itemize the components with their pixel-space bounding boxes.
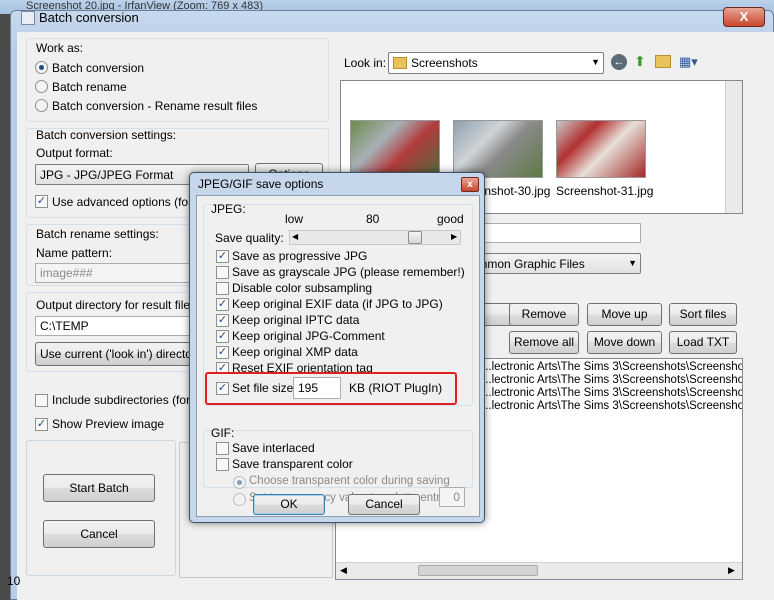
quality-good-label: good [437,212,464,226]
dialog-cancel-button[interactable]: Cancel [348,494,420,515]
thumbnail-screenshot-31[interactable] [556,120,646,178]
choose-transparent-label: Choose transparent color during saving [249,475,450,487]
file-size-unit: KB (RIOT PlugIn) [349,381,443,395]
disable-subsampling-checkbox[interactable] [216,282,229,295]
remove-all-button[interactable]: Remove all [509,331,579,354]
list-item[interactable]: ...lectronic Arts\The Sims 3\Screenshots… [482,400,742,412]
keep-xmp-checkbox[interactable]: ✓ [216,346,229,359]
cancel-button[interactable]: Cancel [43,520,155,548]
keep-iptc-label: Keep original IPTC data [232,313,360,327]
radio-batch-rename[interactable] [35,80,48,93]
view-menu-icon[interactable]: ▦▾ [679,54,698,70]
window-title: Batch conversion [39,10,139,25]
save-interlaced-label: Save interlaced [232,441,315,455]
scroll-right-icon[interactable]: ▶ [728,565,735,576]
save-quality-label: Save quality: [215,231,284,245]
chevron-down-icon: ▼ [591,57,600,67]
remove-button[interactable]: Remove [509,303,579,326]
sort-files-button[interactable]: Sort files [669,303,737,326]
output-format-value: JPG - JPG/JPEG Format [40,168,174,182]
progressive-label: Save as progressive JPG [232,249,368,263]
choose-transparent-radio[interactable] [233,476,246,489]
new-folder-icon[interactable] [655,55,671,68]
name-pattern-input[interactable]: image### [35,263,207,283]
output-directory-input[interactable]: C:\TEMP [35,316,207,336]
folder-icon [393,57,407,69]
include-subdirectories-checkbox[interactable] [35,394,48,407]
dialog-body: JPEG: low 80 good Save quality: ◀ ▶ ✓ Sa… [196,195,480,517]
save-transparent-label: Save transparent color [232,457,353,471]
scroll-thumb[interactable] [418,565,538,576]
list-item[interactable]: ...lectronic Arts\The Sims 3\Screenshots… [482,387,742,399]
conversion-settings-legend: Batch conversion settings: [36,128,177,142]
move-up-button[interactable]: Move up [587,303,662,326]
radio-conversion-rename[interactable] [35,99,48,112]
input-files-scrollbar[interactable]: ◀ ▶ [336,562,742,579]
save-transparent-checkbox[interactable] [216,458,229,471]
keep-xmp-label: Keep original XMP data [232,345,358,359]
output-directory-label: Output directory for result files: [36,298,200,312]
slider-right-icon[interactable]: ▶ [451,232,457,241]
radio-batch-conversion-label: Batch conversion [52,61,145,75]
quality-low-label: low [285,212,304,226]
quality-slider[interactable]: ◀ ▶ [289,230,461,245]
thumbnail-screenshot-30[interactable] [453,120,543,178]
keep-exif-checkbox[interactable]: ✓ [216,298,229,311]
chevron-down-icon: ▼ [628,258,637,268]
dialog-title: JPEG/GIF save options [198,177,324,191]
gif-legend: GIF: [211,426,235,440]
thumbnail-screenshot-29[interactable] [350,120,440,178]
keep-iptc-checkbox[interactable]: ✓ [216,314,229,327]
set-file-size-checkbox[interactable]: ✓ [216,382,229,395]
use-current-directory-button[interactable]: Use current ('look in') directory [35,342,207,366]
look-in-select[interactable]: Screenshots ▼ [388,52,604,74]
dialog-close-button[interactable]: x [461,177,479,192]
scroll-left-icon[interactable]: ◀ [340,565,347,576]
look-in-label: Look in: [344,56,387,70]
output-format-label: Output format: [36,146,113,160]
list-item[interactable]: ...lectronic Arts\The Sims 3\Screenshots… [482,374,742,386]
show-preview-checkbox[interactable]: ✓ [35,418,48,431]
status-left: 10 [7,574,21,588]
up-folder-icon[interactable]: ⬆ [634,53,646,70]
file-browser-scrollbar[interactable] [725,81,742,213]
start-batch-button[interactable]: Start Batch [43,474,155,502]
grayscale-checkbox[interactable] [216,266,229,279]
quality-value: 80 [366,212,380,226]
list-item[interactable]: ...lectronic Arts\The Sims 3\Screenshots… [482,361,742,373]
quality-slider-thumb[interactable] [407,231,422,244]
radio-batch-conversion[interactable] [35,61,48,74]
window-close-button[interactable]: X [723,7,765,27]
load-txt-button[interactable]: Load TXT [669,331,737,354]
file-size-input[interactable]: 195 [293,377,341,399]
actions-group [26,440,176,576]
thumbnail-label-31: Screenshot-31.jpg [556,184,654,198]
transparency-value-input[interactable]: 0 [439,487,465,507]
look-in-folder: Screenshots [411,56,478,70]
keep-exif-label: Keep original EXIF data (if JPG to JPG) [232,297,443,311]
keep-comment-label: Keep original JPG-Comment [232,329,385,343]
advanced-options-checkbox[interactable]: ✓ [35,195,48,208]
show-preview-label: Show Preview image [52,417,165,431]
dialog-ok-button[interactable]: OK [253,494,325,515]
set-file-size-label: Set file size: [232,381,297,395]
move-down-button[interactable]: Move down [587,331,662,354]
set-transparency-radio[interactable] [233,493,246,506]
radio-batch-rename-label: Batch rename [52,80,127,94]
work-as-legend: Work as: [36,41,84,55]
slider-left-icon[interactable]: ◀ [292,232,298,241]
progressive-checkbox[interactable]: ✓ [216,250,229,263]
radio-conversion-rename-label: Batch conversion - Rename result files [52,99,258,113]
rename-settings-legend: Batch rename settings: [36,227,159,241]
window-app-icon [21,11,35,25]
back-icon[interactable]: ← [611,54,627,70]
keep-comment-checkbox[interactable]: ✓ [216,330,229,343]
jpeg-legend: JPEG: [211,202,246,216]
disable-subsampling-label: Disable color subsampling [232,281,373,295]
name-pattern-label: Name pattern: [36,246,113,260]
grayscale-label: Save as grayscale JPG (please remember!) [232,265,465,279]
save-interlaced-checkbox[interactable] [216,442,229,455]
jpeg-gif-options-dialog: JPEG/GIF save options x JPEG: low 80 goo… [189,172,485,523]
